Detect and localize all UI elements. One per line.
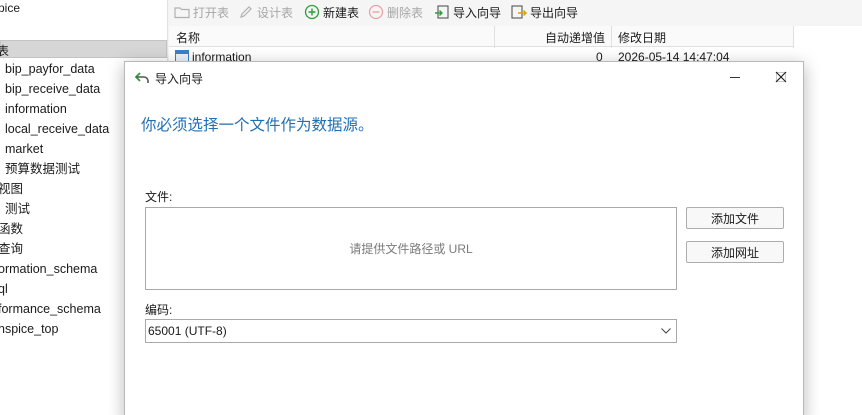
new-table-label: 新建表 [323,6,360,20]
import-icon [435,5,449,19]
object-list-header: 名称 自动递增值 修改日期 [169,26,794,47]
close-icon [775,71,787,83]
column-divider[interactable] [611,26,612,48]
tree-item-information[interactable]: information [5,99,67,119]
tree-item-budget-test[interactable]: 预算数据测试 [5,159,80,179]
pencil-icon [240,6,252,18]
back-arrow-icon [134,72,149,83]
file-path-placeholder: 请提供文件路径或 URL [349,242,473,256]
import-wizard-button[interactable]: 导入向导 [434,3,501,23]
tree-tables-label: 表 [0,44,10,58]
chevron-down-icon [661,328,671,334]
encoding-select[interactable]: 65001 (UTF-8) [145,319,677,343]
add-file-button[interactable]: 添加文件 [686,207,784,229]
tree-tables-node[interactable]: 表 [0,40,167,58]
tree-db-inspice-top[interactable]: nspice_top [0,319,58,339]
tree-db-performance-schema[interactable]: formance_schema [0,299,101,319]
encoding-label: 编码: [145,303,173,317]
column-divider[interactable] [793,26,794,48]
tree-db-information-schema[interactable]: ormation_schema [0,259,97,279]
file-label: 文件: [145,190,173,204]
dialog-heading: 你必须选择一个文件作为数据源。 [141,117,374,134]
export-wizard-label: 导出向导 [530,6,579,20]
dialog-titlebar[interactable]: 导入向导 [125,62,803,92]
column-header-name[interactable]: 名称 [176,29,200,46]
design-table-label: 设计表 [257,6,294,20]
import-wizard-label: 导入向导 [453,6,502,20]
plus-circle-icon [304,4,320,20]
tree-item-bip-receive-data[interactable]: bip_receive_data [5,79,100,99]
tree-views-node[interactable]: 视图 [0,179,23,199]
tree-item-market[interactable]: market [5,139,43,159]
encoding-value: 65001 (UTF-8) [148,324,227,338]
design-table-button[interactable]: 设计表 [238,3,293,23]
open-table-button[interactable]: 打开表 [174,3,229,23]
dialog-title: 导入向导 [155,72,204,86]
tree-functions-node[interactable]: 函数 [0,219,23,239]
tree-item-test-view[interactable]: 测试 [5,199,30,219]
tree-db-title[interactable]: pice [0,1,20,15]
import-wizard-dialog: 导入向导 你必须选择一个文件作为数据源。 文件: 请提供文件路径或 URL 添加… [124,61,804,415]
close-button[interactable] [758,62,804,92]
tree-item-local-receive-data[interactable]: local_receive_data [5,119,109,139]
new-table-button[interactable]: 新建表 [304,3,359,23]
export-icon [511,5,527,19]
column-divider[interactable] [494,26,495,48]
column-header-modified[interactable]: 修改日期 [618,29,666,46]
minus-circle-icon [368,4,384,20]
minimize-icon [730,77,740,78]
delete-table-button[interactable]: 删除表 [368,3,423,23]
column-header-auto-increment[interactable]: 自动递增值 [545,29,605,46]
file-path-input[interactable]: 请提供文件路径或 URL [145,207,677,290]
tree-queries-node[interactable]: 查询 [0,239,23,259]
tree-item-bip-payfor-data[interactable]: bip_payfor_data [5,59,95,79]
tree-db-mysql[interactable]: ql [0,279,8,299]
open-table-label: 打开表 [193,6,230,20]
delete-table-label: 删除表 [387,6,424,20]
object-toolbar: 打开表 设计表 新建表 删除表 导入向导 导出向导 [169,0,862,26]
minimize-button[interactable] [712,62,758,92]
add-url-button[interactable]: 添加网址 [686,241,784,263]
folder-open-icon [174,7,190,19]
export-wizard-button[interactable]: 导出向导 [511,3,578,23]
